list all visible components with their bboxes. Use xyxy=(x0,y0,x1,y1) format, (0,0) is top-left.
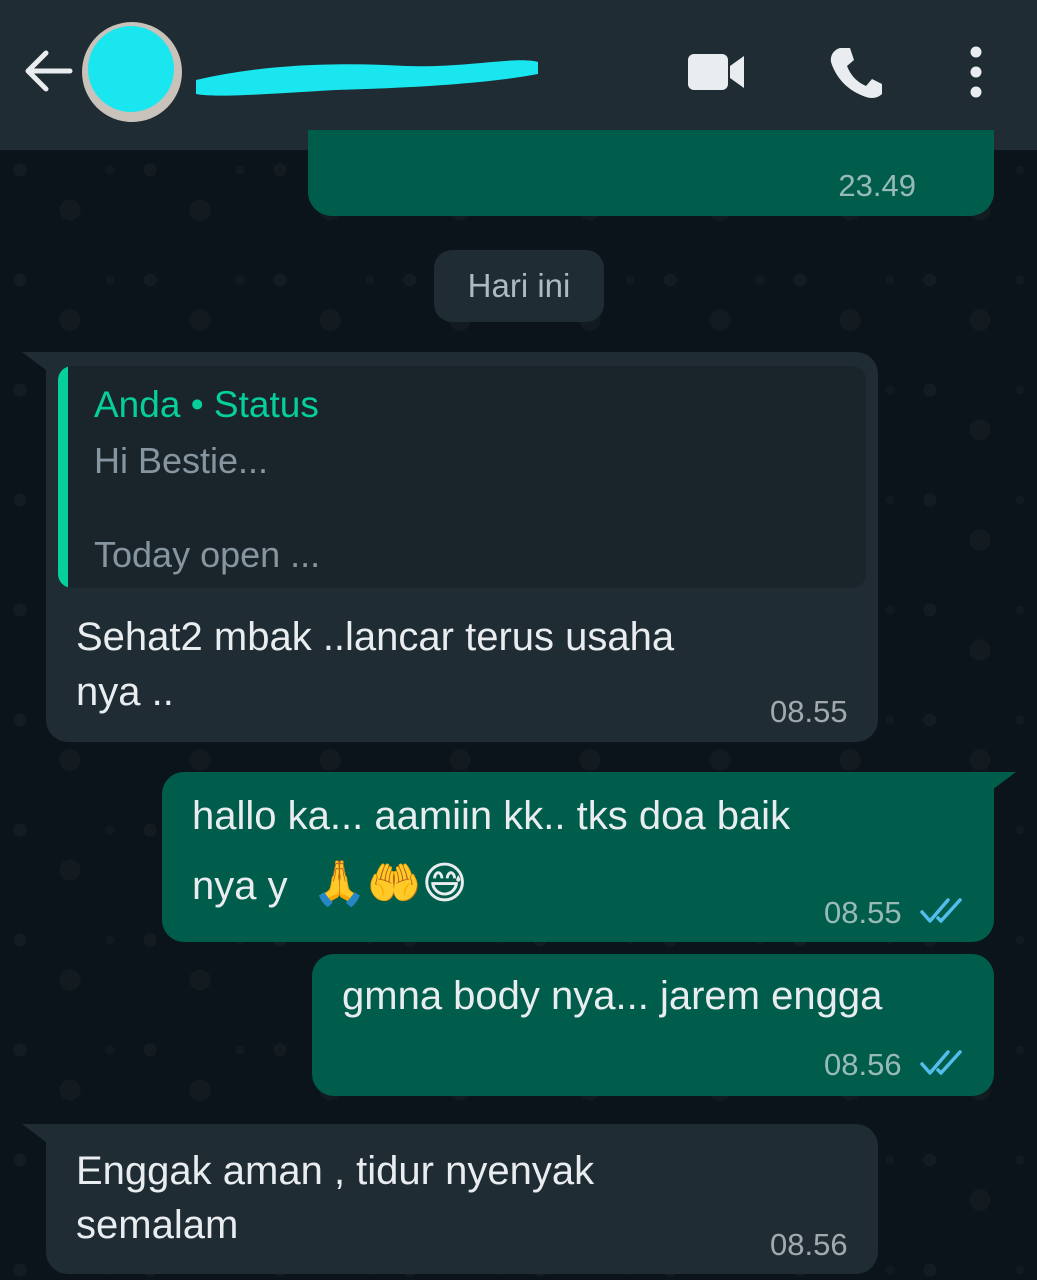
video-call-icon[interactable] xyxy=(686,50,746,94)
quote-line: Hi Bestie... xyxy=(94,440,269,481)
quoted-status[interactable]: Anda • Status Hi Bestie... Today open ..… xyxy=(58,366,866,588)
message-time: 23.49 xyxy=(838,168,916,203)
message-time: 08.55 xyxy=(770,694,848,729)
message-time: 08.56 xyxy=(824,1047,902,1082)
message-text: hallo ka... aamiin kk.. tks doa baik xyxy=(192,794,791,838)
message-text: gmna body nya... jarem engga xyxy=(342,974,883,1018)
arrow-left-icon[interactable] xyxy=(22,48,74,94)
chat-header xyxy=(0,0,1037,150)
contact-name-redacted[interactable] xyxy=(186,44,548,100)
quote-author: Anda • Status xyxy=(94,384,319,425)
read-ticks-icon xyxy=(920,1050,962,1075)
avatar[interactable] xyxy=(82,22,182,122)
more-vert-icon[interactable] xyxy=(962,44,990,100)
message-text: Enggak aman , tidur nyenyak xyxy=(76,1149,595,1193)
redaction-mark xyxy=(88,26,174,112)
message-time: 08.56 xyxy=(770,1227,848,1262)
message-text: nya .. xyxy=(76,670,174,714)
message-text: semalam xyxy=(76,1203,239,1247)
message-bubble-outgoing[interactable]: 23.49 xyxy=(308,130,994,216)
quote-accent-bar xyxy=(58,366,68,588)
message-time: 08.55 xyxy=(824,895,902,930)
message-text: nya y xyxy=(192,864,288,908)
phone-icon[interactable] xyxy=(828,44,882,100)
read-ticks-icon xyxy=(920,898,962,923)
quote-line: Today open ... xyxy=(94,534,321,575)
date-separator: Hari ini xyxy=(434,250,604,322)
message-text: Sehat2 mbak ..lancar terus usaha xyxy=(76,615,675,659)
message-emojis: 🙏🤲😅 xyxy=(312,858,468,909)
